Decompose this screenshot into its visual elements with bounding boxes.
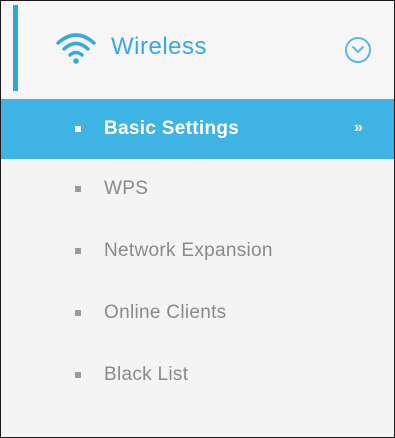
menu-item-label: Black List (104, 364, 189, 385)
menu-item-online-clients[interactable]: Online Clients (1, 283, 394, 345)
bullet-icon (75, 126, 81, 132)
wireless-submenu: Basic Settings » WPS Network Expansion O… (1, 99, 394, 407)
wifi-icon (56, 33, 96, 64)
double-chevron-right-icon: » (354, 119, 363, 136)
bullet-icon (75, 186, 81, 192)
bullet-icon (75, 372, 81, 378)
wireless-menu-header[interactable]: Wireless (1, 1, 394, 97)
menu-item-label: WPS (104, 178, 149, 199)
wireless-header-label: Wireless (111, 33, 208, 60)
menu-item-label: Basic Settings (104, 118, 240, 139)
menu-item-network-expansion[interactable]: Network Expansion (1, 221, 394, 283)
menu-item-wps[interactable]: WPS (1, 159, 394, 221)
header-accent-bar (13, 5, 18, 91)
chevron-down-circle-icon[interactable] (345, 37, 371, 63)
chevron-down-icon (352, 46, 364, 53)
bullet-icon (75, 310, 81, 316)
menu-item-label: Network Expansion (104, 240, 273, 261)
menu-item-label: Online Clients (104, 302, 227, 323)
bullet-icon (75, 248, 81, 254)
menu-item-black-list[interactable]: Black List (1, 345, 394, 407)
menu-item-basic-settings[interactable]: Basic Settings » (1, 99, 394, 159)
wireless-menu-panel: Wireless Basic Settings » WPS Network Ex… (0, 0, 395, 438)
